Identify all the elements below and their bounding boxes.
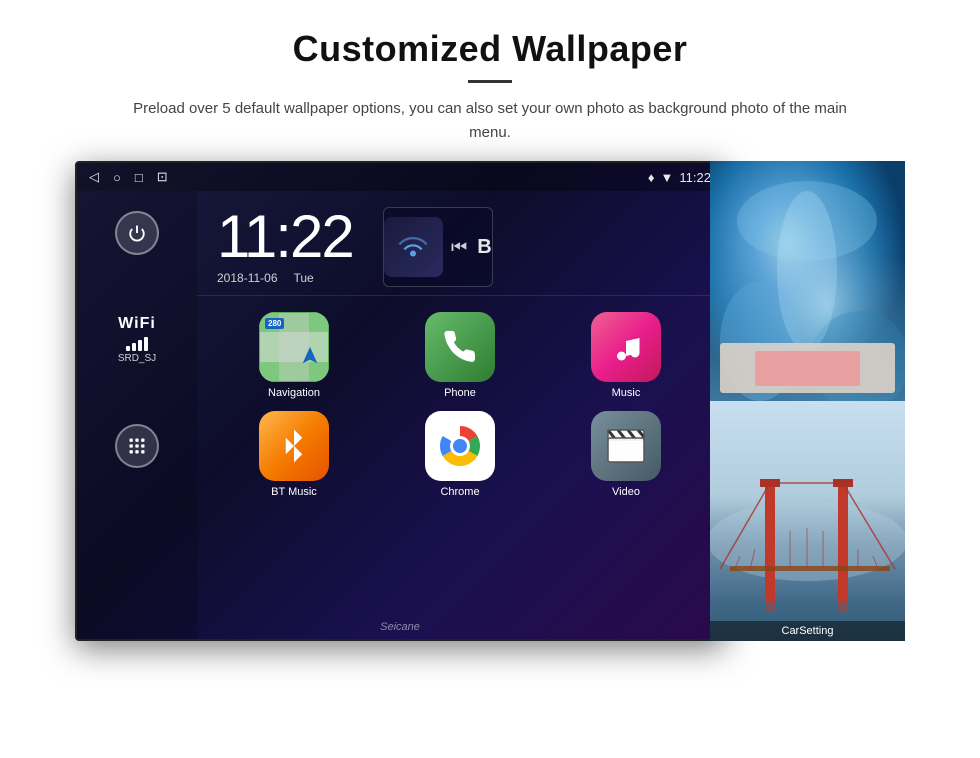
music-icon (591, 312, 661, 382)
wifi-bar-1 (126, 346, 130, 351)
status-left: ◁ ○ □ ⊡ (89, 169, 168, 185)
app-item-phone[interactable]: Phone (383, 312, 537, 399)
right-photos-panel: CarSetting (710, 161, 905, 641)
app-grid: 280 Navigation (197, 296, 723, 514)
media-controls: ⏮ B (451, 236, 492, 259)
clock-block: 11:22 2018-11-06 Tue (217, 207, 353, 285)
clock-area: 11:22 2018-11-06 Tue (197, 191, 723, 296)
chrome-icon (425, 411, 495, 481)
main-content: WiFi SRD_SJ (77, 191, 723, 639)
photo-bridge: CarSetting (710, 401, 905, 641)
wifi-label: WiFi (118, 315, 156, 333)
device-area: ◁ ○ □ ⊡ ♦ ▼ 11:22 (75, 161, 905, 758)
media-widget[interactable]: ⏮ B (383, 207, 493, 287)
title-divider (468, 80, 512, 83)
clock-date: 2018-11-06 (217, 271, 278, 285)
photo-ice-cave (710, 161, 905, 401)
screenshot-icon[interactable]: ⊡ (157, 169, 168, 185)
prev-track-icon[interactable]: ⏮ (451, 237, 467, 258)
device-screen: ◁ ○ □ ⊡ ♦ ▼ 11:22 (75, 161, 725, 641)
wifi-bar-2 (132, 343, 136, 351)
left-sidebar: WiFi SRD_SJ (77, 191, 197, 639)
app-item-chrome[interactable]: Chrome (383, 411, 537, 498)
bt-music-icon (259, 411, 329, 481)
bt-music-label: BT Music (271, 486, 317, 498)
signal-icon: ▼ (661, 170, 674, 185)
navigation-label: Navigation (268, 387, 320, 399)
watermark: Seicane (380, 621, 420, 633)
mini-screen (755, 351, 860, 386)
clock-date-row: 2018-11-06 Tue (217, 271, 353, 285)
back-icon[interactable]: ◁ (89, 169, 99, 185)
app-item-video[interactable]: Video (549, 411, 703, 498)
power-button[interactable] (115, 211, 159, 255)
wifi-bar-4 (144, 337, 148, 351)
phone-label: Phone (444, 387, 476, 399)
clock-status: 11:22 (679, 170, 711, 185)
chrome-label: Chrome (440, 486, 479, 498)
bridge-bg (710, 401, 905, 641)
recents-icon[interactable]: □ (135, 170, 143, 185)
nav-arrow-icon (299, 345, 321, 374)
media-signal-icon (395, 225, 431, 269)
gps-icon: ♦ (648, 170, 655, 185)
phone-icon (425, 312, 495, 382)
header: Customized Wallpaper Preload over 5 defa… (0, 0, 980, 161)
status-bar: ◁ ○ □ ⊡ ♦ ▼ 11:22 (77, 163, 723, 191)
app-item-bt-music[interactable]: BT Music (217, 411, 371, 498)
page-title: Customized Wallpaper (80, 28, 900, 70)
clock-time: 11:22 (217, 207, 353, 267)
nav-badge: 280 (265, 318, 284, 329)
wifi-info: WiFi SRD_SJ (118, 315, 156, 364)
apps-button[interactable] (115, 424, 159, 468)
wifi-bar-3 (138, 340, 142, 351)
mini-device-overlay (720, 343, 895, 393)
media-icon (384, 217, 443, 277)
home-icon[interactable]: ○ (113, 170, 121, 185)
center-panel: 11:22 2018-11-06 Tue (197, 191, 723, 639)
wifi-ssid: SRD_SJ (118, 353, 156, 364)
media-letter: B (477, 236, 491, 259)
video-icon (591, 411, 661, 481)
app-item-navigation[interactable]: 280 Navigation (217, 312, 371, 399)
subtitle: Preload over 5 default wallpaper options… (130, 97, 850, 145)
music-label: Music (612, 387, 641, 399)
video-label: Video (612, 486, 640, 498)
carsetting-label: CarSetting (710, 621, 905, 641)
app-item-music[interactable]: Music (549, 312, 703, 399)
wifi-bars (126, 335, 148, 351)
clock-day: Tue (294, 271, 314, 285)
status-right: ♦ ▼ 11:22 (648, 170, 711, 185)
page-container: Customized Wallpaper Preload over 5 defa… (0, 0, 980, 758)
navigation-icon: 280 (259, 312, 329, 382)
